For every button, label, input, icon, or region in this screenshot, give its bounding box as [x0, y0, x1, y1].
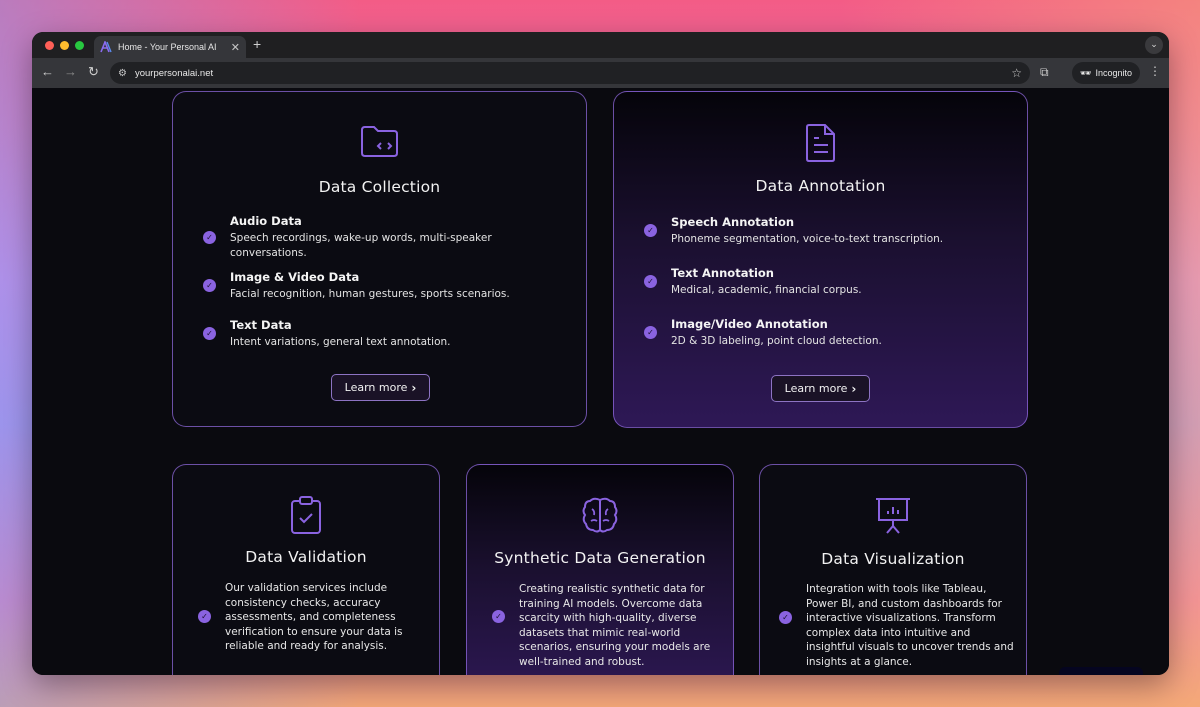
card-title: Data Annotation [755, 177, 886, 195]
item-description: Medical, academic, financial corpus. [671, 284, 862, 296]
tab-title: Home - Your Personal AI [118, 42, 217, 52]
list-item: ✓ Text Annotation Medical, academic, fin… [644, 266, 862, 298]
address-bar[interactable]: ⚙ yourpersonalai.net ☆ [110, 62, 1030, 84]
check-icon: ✓ [203, 279, 216, 293]
card-data-validation: Data Validation ✓ Our validation service… [172, 464, 440, 675]
learn-more-button[interactable]: Learn more › [771, 375, 870, 402]
browser-tab[interactable]: Home - Your Personal AI ✕ [94, 36, 246, 58]
check-icon: ✓ [644, 275, 657, 289]
tab-bar: Home - Your Personal AI ✕ + ⌄ [32, 32, 1169, 58]
card-title: Data Collection [318, 178, 441, 196]
list-item: ✓ Image/Video Annotation 2D & 3D labelin… [644, 317, 882, 349]
incognito-icon: 🕶 [1080, 67, 1092, 78]
chevron-right-icon: › [411, 380, 417, 395]
site-logo-icon [100, 41, 112, 53]
clipboard-check-icon [291, 496, 321, 534]
learn-more-button[interactable]: Learn more › [331, 374, 430, 401]
check-icon: ✓ [198, 610, 211, 623]
check-icon: ✓ [203, 327, 216, 341]
close-window-button[interactable] [45, 41, 54, 50]
tab-search-button[interactable]: ⌄ [1145, 36, 1163, 54]
check-icon: ✓ [644, 224, 657, 238]
item-description: 2D & 3D labeling, point cloud detection. [671, 335, 882, 347]
list-item: ✓ Audio Data Speech recordings, wake-up … [203, 214, 520, 260]
menu-icon[interactable]: ⋮ [1149, 64, 1161, 78]
card-title: Data Visualization [821, 550, 965, 568]
card-description: Integration with tools like Tableau, Pow… [806, 583, 1014, 668]
item-description: Intent variations, general text annotati… [230, 336, 451, 348]
item-title: Text Data [230, 318, 292, 332]
bookmark-star-icon[interactable]: ☆ [1011, 66, 1022, 80]
brain-icon [582, 497, 618, 533]
check-icon: ✓ [644, 326, 657, 340]
card-data-annotation: Data Annotation ✓ Speech Annotation Phon… [613, 91, 1028, 428]
browser-window: Home - Your Personal AI ✕ + ⌄ ← → ↻ ⚙ yo… [32, 32, 1169, 675]
reload-icon[interactable]: ↻ [88, 64, 99, 80]
site-info-icon[interactable]: ⚙ [118, 68, 127, 79]
card-synthetic-data-generation: Synthetic Data Generation ✓ Creating rea… [466, 464, 734, 675]
item-title: Text Annotation [671, 266, 774, 280]
list-item: ✓ Speech Annotation Phoneme segmentation… [644, 215, 943, 247]
check-icon: ✓ [492, 610, 505, 623]
url-text: yourpersonalai.net [134, 67, 214, 79]
item-title: Audio Data [230, 214, 302, 228]
card-description: Creating realistic synthetic data for tr… [519, 583, 711, 668]
new-tab-button[interactable]: + [253, 36, 261, 52]
card-title: Synthetic Data Generation [494, 549, 706, 567]
check-icon: ✓ [203, 230, 216, 244]
minimize-window-button[interactable] [60, 41, 69, 50]
incognito-badge[interactable]: 🕶 Incognito [1072, 62, 1140, 84]
maximize-window-button[interactable] [75, 41, 84, 50]
chat-widget-button[interactable] [1059, 667, 1143, 675]
item-title: Speech Annotation [671, 215, 795, 229]
chevron-right-icon: › [851, 381, 857, 396]
button-label: Learn more [784, 382, 848, 395]
item-title: Image & Video Data [230, 270, 360, 284]
item-description: Facial recognition, human gestures, spor… [230, 288, 510, 300]
card-data-collection: Data Collection ✓ Audio Data Speech reco… [172, 91, 587, 427]
button-label: Learn more [344, 381, 408, 394]
incognito-label: Incognito [1095, 68, 1132, 78]
card-title: Data Validation [245, 548, 367, 566]
forward-icon[interactable]: → [64, 64, 77, 79]
item-description: Speech recordings, wake-up words, multi-… [230, 232, 492, 259]
close-tab-icon[interactable]: ✕ [231, 41, 240, 54]
item-title: Image/Video Annotation [671, 317, 828, 331]
card-data-visualization: Data Visualization ✓ Integration with to… [759, 464, 1027, 675]
window-controls [45, 41, 84, 50]
folder-code-icon [360, 126, 398, 157]
document-icon [805, 124, 835, 162]
browser-toolbar: ← → ↻ ⚙ yourpersonalai.net ☆ ⧉ 🕶 Incogni… [32, 58, 1169, 88]
extensions-icon[interactable]: ⧉ [1040, 65, 1049, 80]
list-item: ✓ Image & Video Data Facial recognition,… [203, 270, 510, 302]
page-content: Data Collection ✓ Audio Data Speech reco… [32, 88, 1169, 675]
back-icon[interactable]: ← [41, 64, 54, 79]
item-description: Phoneme segmentation, voice-to-text tran… [671, 233, 944, 245]
card-description: Our validation services include consiste… [225, 582, 403, 652]
check-icon: ✓ [779, 611, 792, 624]
list-item: ✓ Text Data Intent variations, general t… [203, 318, 451, 350]
presentation-chart-icon [876, 498, 910, 534]
